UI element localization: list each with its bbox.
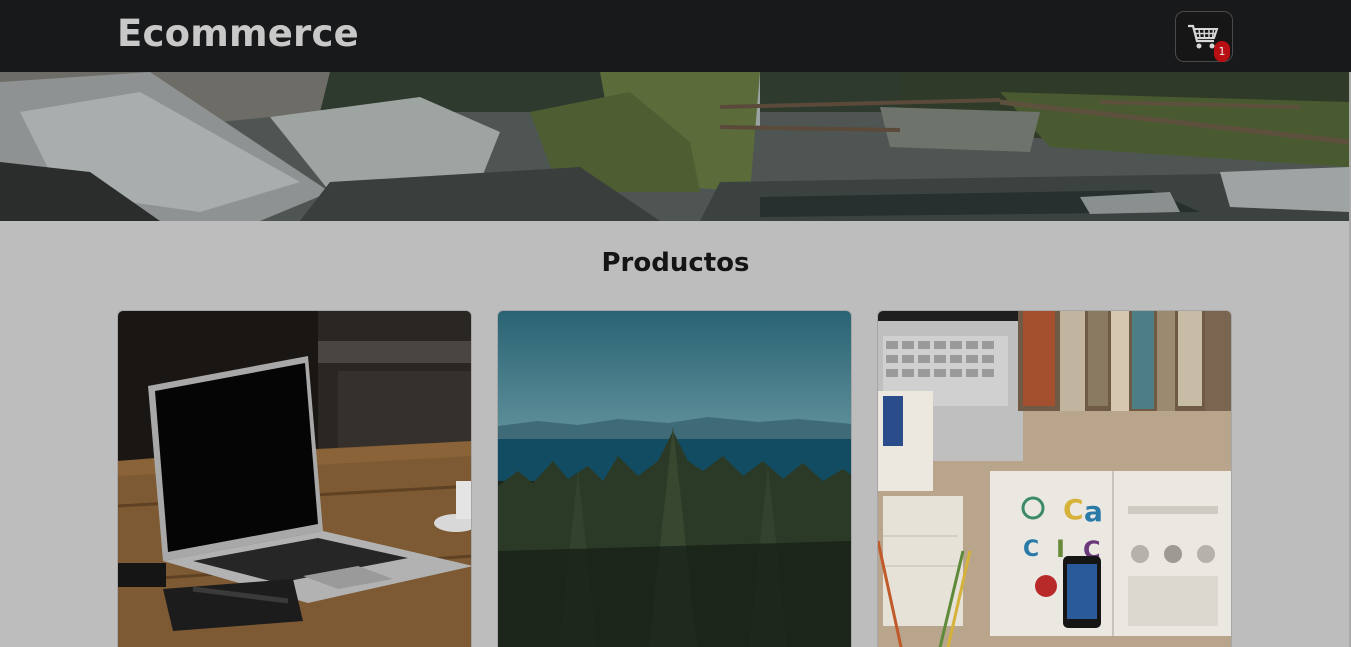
product-card[interactable] <box>497 310 852 647</box>
svg-text:C: C <box>1023 537 1039 562</box>
product-card[interactable] <box>117 310 472 647</box>
cart-button[interactable]: 1 <box>1175 11 1233 62</box>
brand-title[interactable]: Ecommerce <box>117 12 359 56</box>
hero-banner-image <box>0 72 1349 221</box>
navbar: Ecommerce 1 <box>0 0 1351 72</box>
section-title: Productos <box>601 248 750 278</box>
svg-text:C: C <box>1063 493 1084 526</box>
product-image-laptop <box>118 311 471 647</box>
product-image-desk: C a C I C <box>878 311 1231 647</box>
svg-text:a: a <box>1084 495 1103 528</box>
cart-count-badge: 1 <box>1214 41 1230 62</box>
product-card[interactable]: C a C I C <box>877 310 1232 647</box>
product-image-forest <box>498 311 851 647</box>
